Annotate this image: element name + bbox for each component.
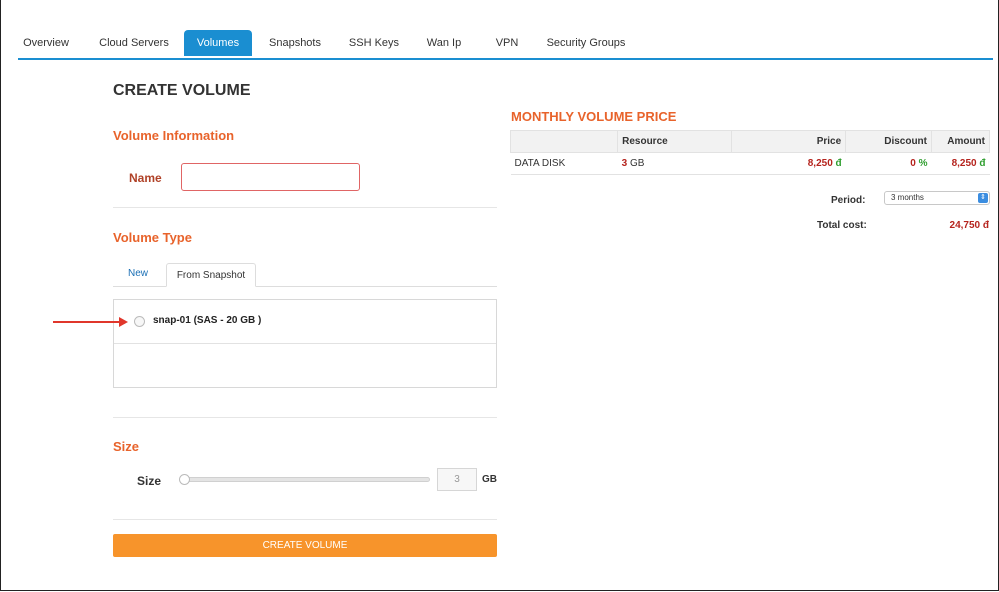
amount-value: 8,250 [951,158,977,169]
header-amount: Amount [931,130,990,153]
header-resource: Resource [617,130,732,153]
tab-ssh-keys[interactable]: SSH Keys [348,30,400,56]
tab-snapshots[interactable]: Snapshots [266,30,324,56]
resource-unit: GB [629,158,645,169]
tab-wan-ip[interactable]: Wan Ip [422,30,466,56]
price-table: Resource Price Discount Amount DATA DISK… [509,130,990,175]
name-label: Name [129,171,162,185]
list-item[interactable]: snap-01 (SAS - 20 GB ) [114,300,496,344]
snapshot-list: snap-01 (SAS - 20 GB ) [113,299,497,388]
period-select[interactable]: 3 months ⇕ [884,191,990,205]
page-title: CREATE VOLUME [113,82,251,99]
row-name: DATA DISK [510,152,618,175]
tab-overview[interactable]: Overview [18,30,74,56]
divider [113,417,497,418]
price-title: MONTHLY VOLUME PRICE [511,109,677,124]
table-row: DATA DISK 3 GB 8,250 đ 0 % 8,250 đ [510,152,990,175]
table-header-row: Resource Price Discount Amount [509,130,990,153]
tab-new[interactable]: New [119,262,157,286]
row-resource: 3 GB [617,152,732,175]
divider [113,519,497,520]
period-value: 3 months [891,193,924,202]
tab-cloud-servers[interactable]: Cloud Servers [94,30,174,56]
size-slider-track[interactable] [183,477,430,482]
discount-value: 0 [910,158,916,169]
annotation-arrow-head [119,317,128,327]
size-input[interactable]: 3 [437,468,477,491]
volume-type-heading: Volume Type [113,230,192,245]
amount-currency: đ [979,158,986,169]
snapshot-radio[interactable] [134,316,145,327]
total-cost-label: Total cost: [817,220,867,231]
header-empty [509,130,619,153]
price-value: 8,250 [807,158,833,169]
divider [113,207,497,208]
size-heading: Size [113,439,140,454]
period-label: Period: [831,195,866,206]
row-discount: 0 % [845,152,932,175]
main-tab-bar: Overview Cloud Servers Volumes Snapshots… [18,30,993,60]
snapshot-label: snap-01 (SAS - 20 GB ) [153,315,262,326]
select-arrows-icon: ⇕ [978,193,988,203]
size-slider-handle[interactable] [179,474,190,485]
create-volume-button[interactable]: CREATE VOLUME [113,534,497,557]
tab-from-snapshot[interactable]: From Snapshot [166,263,256,287]
annotation-arrow [53,321,121,323]
resource-qty: 3 [621,158,628,169]
volume-type-tabs: New From Snapshot [113,262,497,287]
header-price: Price [730,130,847,153]
discount-unit: % [918,158,928,169]
total-cost-value: 24,750 đ [949,220,989,231]
header-discount: Discount [845,130,932,153]
tab-volumes[interactable]: Volumes [184,30,252,56]
volume-information-heading: Volume Information [113,128,235,143]
tab-vpn[interactable]: VPN [490,30,524,56]
size-label: Size [137,474,162,488]
name-input[interactable] [181,163,360,191]
row-amount: 8,250 đ [931,152,990,175]
size-unit: GB [482,474,497,485]
row-price: 8,250 đ [731,152,846,175]
tab-security-groups[interactable]: Security Groups [544,30,628,56]
price-currency: đ [835,158,842,169]
